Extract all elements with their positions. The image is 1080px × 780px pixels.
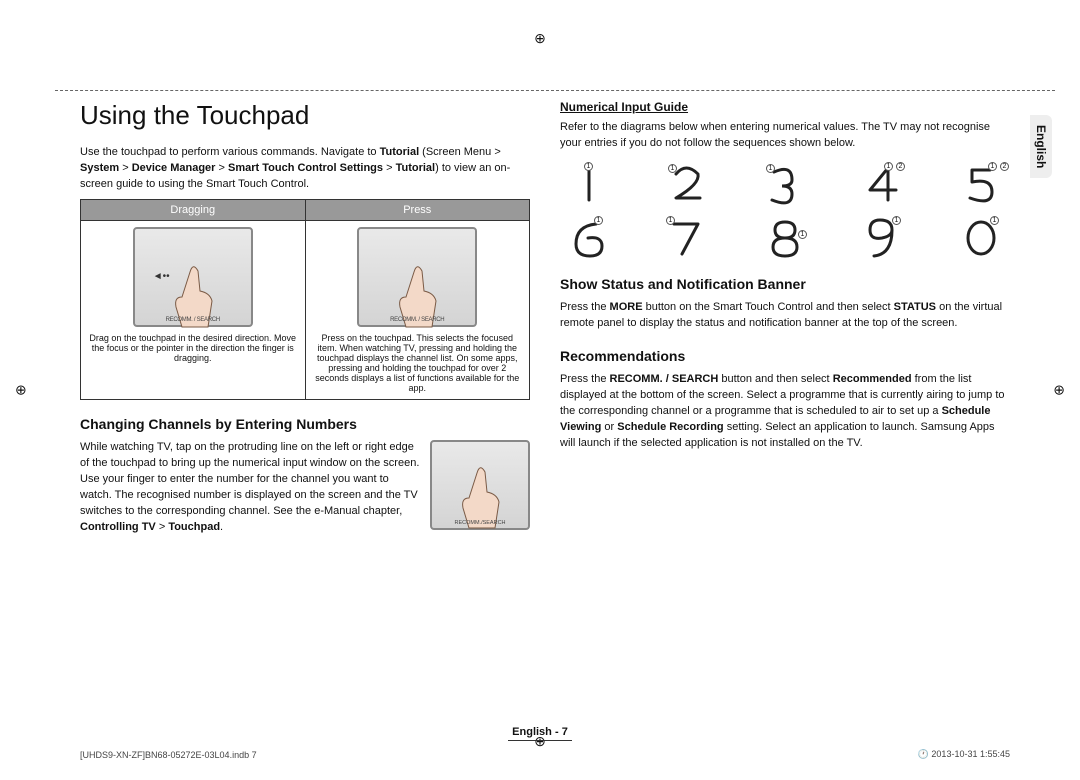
crop-mark-icon <box>534 30 546 47</box>
right-column: Numerical Input Guide Refer to the diagr… <box>560 100 1010 720</box>
table-header-press: Press <box>305 199 530 220</box>
intro-paragraph: Use the touchpad to perform various comm… <box>80 145 530 193</box>
digit-3: 1 <box>760 162 810 206</box>
section-heading-numerical-guide: Numerical Input Guide <box>560 100 1010 114</box>
touchpad-figure-small <box>430 440 530 530</box>
language-side-tab: English <box>1030 115 1052 178</box>
meta-file-path: [UHDS9-XN-ZF]BN68-05272E-03L04.indb 7 <box>80 750 257 760</box>
digit-9: 1 <box>858 216 908 260</box>
digit-6: 1 <box>564 216 614 260</box>
table-cell-dragging-image: ◄•• Drag on the touchpad in the desired … <box>81 220 306 399</box>
digit-1: 1 <box>564 162 614 206</box>
top-dashed-rule <box>55 90 1055 91</box>
section-paragraph-status-banner: Press the MORE button on the Smart Touch… <box>560 300 1010 332</box>
finger-icon <box>168 260 218 330</box>
digit-4: 12 <box>858 162 908 206</box>
section-heading-channels: Changing Channels by Entering Numbers <box>80 416 530 432</box>
crop-mark-icon <box>1053 382 1065 399</box>
digit-0: 1 <box>956 216 1006 260</box>
digit-5: 12 <box>956 162 1006 206</box>
digit-row-2: 1 1 1 1 1 <box>564 216 1006 260</box>
table-header-dragging: Dragging <box>81 199 306 220</box>
left-column: Using the Touchpad Use the touchpad to p… <box>80 100 530 720</box>
section-paragraph-recommendations: Press the RECOMM. / SEARCH button and th… <box>560 372 1010 452</box>
digit-row-1: 1 1 1 12 12 <box>564 162 1006 206</box>
page-footer: English - 7 <box>0 726 1080 738</box>
finger-icon <box>455 461 505 531</box>
touchpad-table: Dragging Press ◄•• Drag on the touchpad … <box>80 199 530 400</box>
finger-icon <box>392 260 442 330</box>
digit-8: 1 <box>760 216 810 260</box>
page-content: Using the Touchpad Use the touchpad to p… <box>80 100 1010 720</box>
digit-7: 1 <box>662 216 712 260</box>
digit-2: 1 <box>662 162 712 206</box>
crop-mark-icon <box>15 382 27 399</box>
section-heading-status-banner: Show Status and Notification Banner <box>560 276 1010 292</box>
meta-timestamp: 2013-10-31 1:55:45 <box>918 749 1010 760</box>
table-cell-press-image: Press on the touchpad. This selects the … <box>305 220 530 399</box>
section-heading-recommendations: Recommendations <box>560 348 1010 364</box>
page-title: Using the Touchpad <box>80 100 530 131</box>
section-paragraph-numerical-guide: Refer to the diagrams below when enterin… <box>560 120 1010 152</box>
